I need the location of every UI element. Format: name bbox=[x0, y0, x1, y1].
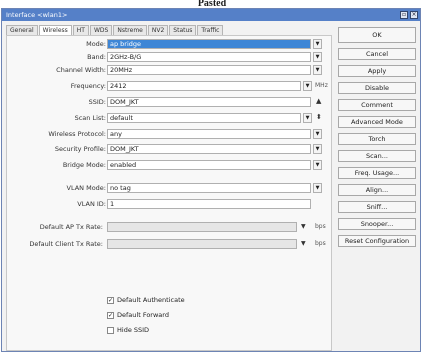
snooper-button[interactable]: Snooper... bbox=[338, 218, 416, 230]
tab-wds[interactable]: WDS bbox=[89, 25, 113, 35]
tab-traffic[interactable]: Traffic bbox=[197, 25, 224, 35]
default-client-tx-rate-label: Default Client Tx Rate: bbox=[29, 240, 103, 248]
frequency-unit: MHz bbox=[315, 82, 328, 89]
default-ap-tx-rate-input[interactable] bbox=[107, 222, 297, 232]
up-arrow-icon[interactable]: ▲ bbox=[316, 97, 321, 105]
scan-list-input[interactable]: default bbox=[107, 113, 301, 123]
security-profile-row: Security Profile: DOM_JKT ▼ bbox=[7, 144, 333, 155]
apply-button[interactable]: Apply bbox=[338, 65, 416, 77]
vlan-id-input[interactable]: 1 bbox=[107, 199, 311, 209]
window-title: Interface <wlan1> bbox=[6, 11, 68, 19]
bridge-mode-label: Bridge Mode: bbox=[62, 161, 106, 169]
freq-usage-button[interactable]: Freq. Usage... bbox=[338, 167, 416, 179]
advanced-mode-button[interactable]: Advanced Mode bbox=[338, 116, 416, 128]
dropdown-arrow-icon[interactable]: ▼ bbox=[313, 144, 322, 154]
checkbox-box[interactable]: ✓ bbox=[107, 296, 114, 304]
vlan-mode-label: VLAN Mode: bbox=[66, 184, 107, 192]
reset-configuration-button[interactable]: Reset Configuration bbox=[338, 235, 416, 247]
scan-list-row: Scan List: default ▼ ⬍ bbox=[7, 113, 333, 124]
bridge-mode-row: Bridge Mode: enabled ▼ bbox=[7, 160, 333, 171]
close-icon[interactable]: × bbox=[410, 11, 418, 19]
ok-button[interactable]: OK bbox=[338, 27, 416, 43]
dropdown-arrow-icon[interactable]: ▼ bbox=[313, 65, 322, 75]
document-caption: Pasted bbox=[197, 0, 227, 8]
security-profile-select[interactable]: DOM_JKT bbox=[107, 144, 311, 154]
tab-ht[interactable]: HT bbox=[72, 25, 89, 35]
wireless-protocol-select[interactable]: any bbox=[107, 129, 311, 139]
default-forward-label: Default Forward bbox=[117, 311, 169, 319]
restore-icon[interactable]: ▫ bbox=[400, 11, 408, 19]
dropdown-arrow-icon[interactable]: ▼ bbox=[313, 160, 322, 170]
ssid-row: SSID: DOM_JKT ▲ bbox=[7, 97, 333, 108]
default-client-tx-rate-unit: bps bbox=[315, 240, 326, 247]
wireless-protocol-row: Wireless Protocol: any ▼ bbox=[7, 129, 333, 140]
action-buttons: OK Cancel Apply Disable Comment Advanced… bbox=[338, 27, 418, 252]
vlan-mode-row: VLAN Mode: no tag ▼ bbox=[7, 183, 333, 194]
checkbox-box[interactable]: ✓ bbox=[107, 311, 114, 319]
tab-bar: General Wireless HT WDS Nstreme NV2 Stat… bbox=[6, 25, 224, 35]
mode-row: Mode: ap bridge ▼ bbox=[7, 39, 333, 50]
dropdown-arrow-icon[interactable]: ▼ bbox=[301, 223, 306, 230]
dropdown-arrow-icon[interactable]: ▼ bbox=[313, 52, 322, 62]
default-forward-checkbox[interactable]: ✓ Default Forward bbox=[107, 311, 169, 319]
scan-list-label: Scan List: bbox=[74, 114, 106, 122]
ssid-label: SSID: bbox=[88, 98, 106, 106]
default-client-tx-rate-input[interactable] bbox=[107, 239, 297, 249]
channel-width-select[interactable]: 20MHz bbox=[107, 65, 311, 75]
vlan-id-row: VLAN ID: 1 bbox=[7, 199, 333, 210]
dropdown-arrow-icon[interactable]: ▼ bbox=[303, 81, 312, 91]
wireless-settings-panel: Mode: ap bridge ▼ Band: 2GHz-B/G ▼ Chann… bbox=[6, 35, 332, 351]
dropdown-arrow-icon[interactable]: ▼ bbox=[303, 113, 312, 123]
frequency-row: Frequency: 2412 ▼ MHz bbox=[7, 81, 333, 92]
torch-button[interactable]: Torch bbox=[338, 133, 416, 145]
dropdown-arrow-icon[interactable]: ▼ bbox=[313, 39, 322, 49]
mode-label: Mode: bbox=[86, 40, 106, 48]
dropdown-arrow-icon[interactable]: ▼ bbox=[313, 183, 322, 193]
default-client-tx-rate-row: Default Client Tx Rate: ▼ bps bbox=[7, 239, 333, 250]
channel-width-row: Channel Width: 20MHz ▼ bbox=[7, 65, 333, 76]
default-authenticate-label: Default Authenticate bbox=[117, 296, 185, 304]
tab-nv2[interactable]: NV2 bbox=[147, 25, 169, 35]
dropdown-arrow-icon[interactable]: ▼ bbox=[301, 240, 306, 247]
dropdown-arrow-icon[interactable]: ▼ bbox=[313, 129, 322, 139]
vlan-id-label: VLAN ID: bbox=[77, 200, 106, 208]
default-ap-tx-rate-unit: bps bbox=[315, 223, 326, 230]
tab-general[interactable]: General bbox=[6, 25, 38, 35]
ssid-input[interactable]: DOM_JKT bbox=[107, 97, 311, 107]
default-ap-tx-rate-label: Default AP Tx Rate: bbox=[39, 223, 103, 231]
checkbox-box[interactable] bbox=[107, 326, 114, 334]
tab-status[interactable]: Status bbox=[169, 25, 197, 35]
sniff-button[interactable]: Sniff... bbox=[338, 201, 416, 213]
security-profile-label: Security Profile: bbox=[54, 145, 106, 153]
hide-ssid-label: Hide SSID bbox=[117, 326, 150, 334]
comment-button[interactable]: Comment bbox=[338, 99, 416, 111]
mode-select[interactable]: ap bridge bbox=[107, 39, 311, 49]
window-titlebar[interactable]: Interface <wlan1> ▫ × bbox=[2, 9, 420, 21]
channel-width-label: Channel Width: bbox=[56, 66, 106, 74]
bridge-mode-select[interactable]: enabled bbox=[107, 160, 311, 170]
default-ap-tx-rate-row: Default AP Tx Rate: ▼ bps bbox=[7, 222, 333, 233]
tab-wireless[interactable]: Wireless bbox=[38, 25, 72, 35]
default-authenticate-checkbox[interactable]: ✓ Default Authenticate bbox=[107, 296, 185, 304]
frequency-label: Frequency: bbox=[70, 82, 106, 90]
scan-button[interactable]: Scan... bbox=[338, 150, 416, 162]
hide-ssid-checkbox[interactable]: Hide SSID bbox=[107, 326, 149, 334]
up-down-icon[interactable]: ⬍ bbox=[316, 113, 322, 121]
vlan-mode-select[interactable]: no tag bbox=[107, 183, 311, 193]
band-select[interactable]: 2GHz-B/G bbox=[107, 52, 311, 62]
frequency-select[interactable]: 2412 bbox=[107, 81, 301, 91]
tab-nstreme[interactable]: Nstreme bbox=[113, 25, 147, 35]
align-button[interactable]: Align... bbox=[338, 184, 416, 196]
cancel-button[interactable]: Cancel bbox=[338, 48, 416, 60]
band-row: Band: 2GHz-B/G ▼ bbox=[7, 52, 333, 63]
disable-button[interactable]: Disable bbox=[338, 82, 416, 94]
band-label: Band: bbox=[87, 53, 106, 61]
wireless-protocol-label: Wireless Protocol: bbox=[48, 130, 106, 138]
interface-window: Interface <wlan1> ▫ × General Wireless H… bbox=[1, 8, 421, 352]
